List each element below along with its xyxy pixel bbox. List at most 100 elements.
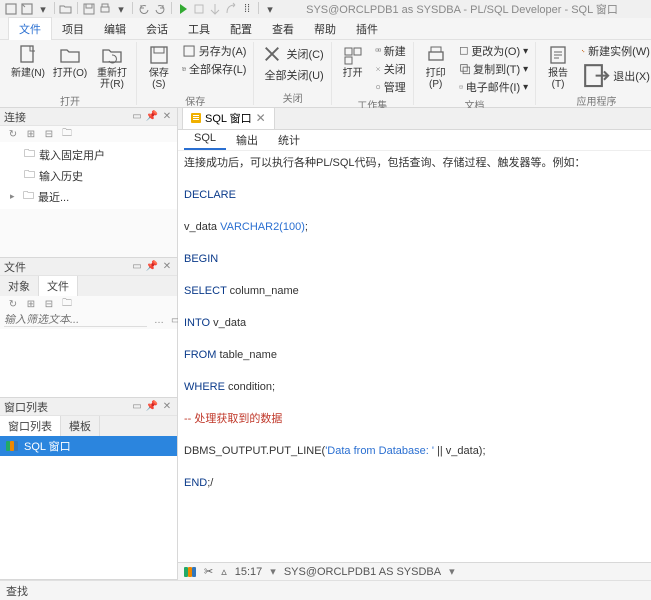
new-icon[interactable] <box>20 2 34 16</box>
titlebar-quick-access: ▾ ▾ ⁞⁞ ▾ <box>4 2 277 16</box>
app-icon <box>4 2 18 16</box>
print-button[interactable]: 打印(P) <box>418 42 454 92</box>
connect-tree: 🗀载入固定用户 🗀输入历史 ▸🗀最近... <box>0 142 177 209</box>
file-panel: 文件 ▭ 📌 ✕ 对象 文件 ↻ ⊞ ⊟ 🗀 … ▭ <box>0 258 177 398</box>
dd-icon[interactable]: ▾ <box>36 2 50 16</box>
tab-files[interactable]: 文件 <box>39 276 78 296</box>
ribbon-group-doc: 打印(P) 更改为(O)▾ 复制到(T)▾ 电子邮件(I)▾ 文档 <box>414 42 536 105</box>
run-icon[interactable] <box>176 2 190 16</box>
report-button[interactable]: 报告(T) <box>540 42 576 92</box>
open-folder-icon[interactable] <box>59 2 73 16</box>
subtab-sql[interactable]: SQL <box>184 130 226 150</box>
tab-objects[interactable]: 对象 <box>0 276 39 296</box>
connect-tools: ↻ ⊞ ⊟ 🗀 <box>0 126 177 142</box>
status-db-icon <box>184 567 196 577</box>
more-icon[interactable]: ▾ <box>263 2 277 16</box>
ws-manage-button[interactable]: 管理 <box>372 78 409 96</box>
winlist-tabs: 窗口列表 模板 <box>0 416 177 436</box>
ribbon-group-close: 关闭(C) 全部关闭(U) 关闭 <box>254 42 331 105</box>
closeall-button[interactable]: 全部关闭(U) <box>258 66 326 84</box>
folder-icon[interactable]: 🗀 <box>61 298 73 310</box>
changeto-button[interactable]: 更改为(O)▾ <box>456 42 532 60</box>
status-dd[interactable]: ▾ <box>270 565 276 578</box>
pin-icon[interactable]: 📌 <box>146 401 158 413</box>
scissors-icon[interactable]: ✂ <box>204 565 213 578</box>
group-label-save: 保存 <box>185 92 205 108</box>
subtab-output[interactable]: 输出 <box>226 130 268 150</box>
restore-icon[interactable]: ▭ <box>131 401 143 413</box>
redo-icon[interactable] <box>153 2 167 16</box>
db-status-icon <box>6 441 18 451</box>
editor-status: ✂ ▵ 15:17 ▾ SYS@ORCLPDB1 AS SYSDBA ▾ <box>178 562 651 580</box>
menu-tools[interactable]: 工具 <box>178 18 220 40</box>
close-icon[interactable]: ✕ <box>161 401 173 413</box>
dd-icon-2[interactable]: ▾ <box>114 2 128 16</box>
commit-icon[interactable] <box>208 2 222 16</box>
winlist-header: 窗口列表 ▭ 📌 ✕ <box>0 398 177 416</box>
menu-config[interactable]: 配置 <box>220 18 262 40</box>
menu-edit[interactable]: 编辑 <box>94 18 136 40</box>
email-button[interactable]: 电子邮件(I)▾ <box>456 78 532 96</box>
menu-session[interactable]: 会话 <box>136 18 178 40</box>
close-tab-icon[interactable]: ✕ <box>256 111 266 125</box>
menubar: 文件 项目 编辑 会话 工具 配置 查看 帮助 插件 <box>0 18 651 40</box>
code-editor[interactable]: 连接成功后，可以执行各种PL/SQL代码，包括查询、存储过程、触发器等。例如： … <box>178 151 651 562</box>
minus-icon[interactable]: ⊟ <box>43 128 55 140</box>
tree-item-history[interactable]: 🗀输入历史 <box>2 165 175 186</box>
newinst-button[interactable]: 新建实例(W) <box>578 42 651 60</box>
menu-view[interactable]: 查看 <box>262 18 304 40</box>
menu-project[interactable]: 项目 <box>52 18 94 40</box>
new-button[interactable]: 新建(N) <box>8 42 48 81</box>
editor-tab-sql[interactable]: SQL 窗口 ✕ <box>182 108 275 129</box>
winlist-title: 窗口列表 <box>4 399 128 415</box>
save-button[interactable]: 保存(S) <box>141 42 177 92</box>
folder-icon[interactable]: 🗀 <box>61 128 73 140</box>
tab-template[interactable]: 模板 <box>61 416 100 436</box>
status-conn-dd[interactable]: ▾ <box>449 565 455 578</box>
exit-button[interactable]: 退出(X) <box>578 60 651 91</box>
copyto-button[interactable]: 复制到(T)▾ <box>456 60 532 78</box>
save-icon[interactable] <box>82 2 96 16</box>
filter-input[interactable] <box>4 314 147 327</box>
ws-open-button[interactable]: 打开 <box>336 42 370 81</box>
print-icon[interactable] <box>98 2 112 16</box>
ribbon-group-app: 报告(T) 新建实例(W) 退出(X) 应用程序 <box>536 42 651 105</box>
close-button[interactable]: 关闭(C) <box>258 42 326 66</box>
file-header: 文件 ▭ 📌 ✕ <box>0 258 177 276</box>
winlist-item-sql[interactable]: SQL 窗口 <box>0 436 177 456</box>
restore-icon[interactable]: ▭ <box>131 111 143 123</box>
saveas-button[interactable]: 另存为(A) <box>179 42 250 60</box>
subtab-stats[interactable]: 统计 <box>268 130 310 150</box>
plus-icon[interactable]: ⊞ <box>25 298 37 310</box>
status-time: 15:17 <box>235 566 263 578</box>
close-icon[interactable]: ✕ <box>161 261 173 273</box>
menu-plugin[interactable]: 插件 <box>346 18 388 40</box>
menu-help[interactable]: 帮助 <box>304 18 346 40</box>
connect-panel: 连接 ▭ 📌 ✕ ↻ ⊞ ⊟ 🗀 🗀载入固定用户 🗀输入历史 ▸🗀最近... <box>0 108 177 258</box>
tree-item-recent[interactable]: ▸🗀最近... <box>2 186 175 207</box>
open-button[interactable]: 打开(O) <box>50 42 90 81</box>
close-icon[interactable]: ✕ <box>161 111 173 123</box>
plus-icon[interactable]: ⊞ <box>25 128 37 140</box>
rollback-icon[interactable] <box>224 2 238 16</box>
pin-icon[interactable]: 📌 <box>146 261 158 273</box>
pin-icon[interactable]: 📌 <box>146 111 158 123</box>
exec-icon[interactable]: ▵ <box>221 565 227 578</box>
ws-close-button[interactable]: 关闭 <box>372 60 409 78</box>
restore-icon[interactable]: ▭ <box>131 261 143 273</box>
ribbon-group-open: 新建(N) 打开(O) 重新打开(R) 打开 <box>4 42 137 105</box>
minus-icon[interactable]: ⊟ <box>43 298 55 310</box>
refresh-icon[interactable]: ↻ <box>7 298 19 310</box>
undo-icon[interactable] <box>137 2 151 16</box>
menu-file[interactable]: 文件 <box>8 17 52 40</box>
stop-icon[interactable] <box>192 2 206 16</box>
filter-more-icon[interactable]: … <box>154 315 164 327</box>
tree-item-fixed[interactable]: 🗀载入固定用户 <box>2 144 175 165</box>
saveall-button[interactable]: 全部保存(L) <box>179 60 250 78</box>
group-label-open: 打开 <box>60 92 80 108</box>
reopen-button[interactable]: 重新打开(R) <box>92 42 132 92</box>
break-icon[interactable]: ⁞⁞ <box>240 2 254 16</box>
refresh-icon[interactable]: ↻ <box>7 128 19 140</box>
ws-new-button[interactable]: 新建 <box>372 42 409 60</box>
tab-winlist[interactable]: 窗口列表 <box>0 416 61 436</box>
